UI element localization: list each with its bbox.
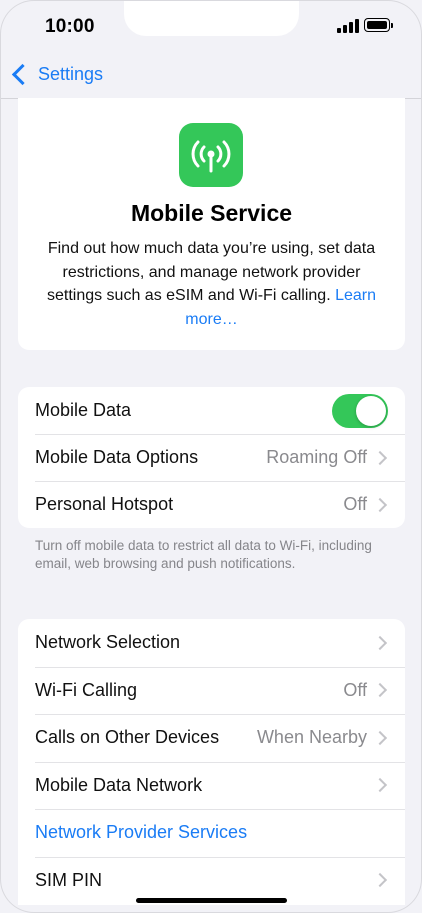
toggle-knob: [356, 396, 386, 426]
network-provider-services-row[interactable]: Network Provider Services: [18, 809, 405, 856]
network-provider-services-link: Network Provider Services: [35, 822, 248, 842]
notch: [124, 0, 299, 36]
chevron-right-icon: [372, 635, 388, 650]
row-value: Off: [343, 679, 367, 700]
row-value: Roaming Off: [266, 447, 367, 467]
mobile-data-group: Mobile Data Mobile Data Options Roaming …: [18, 387, 405, 528]
status-bar: 10:00: [0, 0, 422, 56]
chevron-left-icon: [11, 63, 34, 86]
row-label: Calls on Other Devices: [35, 727, 220, 747]
description-text: Find out how much data you’re using, set…: [46, 240, 376, 304]
row-label: Mobile Data Options: [35, 447, 199, 467]
row-label: SIM PIN: [35, 869, 103, 890]
mobile-data-network-row[interactable]: Mobile Data Network: [18, 762, 405, 809]
row-label: Mobile Data: [35, 400, 132, 420]
mobile-data-footnote: Turn off mobile data to restrict all dat…: [35, 538, 372, 571]
mobile-data-toggle[interactable]: [332, 394, 388, 428]
chevron-right-icon: [372, 450, 388, 465]
row-value: When Nearby: [256, 727, 367, 747]
status-time: 10:00: [45, 16, 95, 37]
home-indicator[interactable]: [136, 898, 287, 903]
chevron-right-icon: [372, 872, 388, 888]
mobile-data-options-row[interactable]: Mobile Data Options Roaming Off: [18, 434, 405, 481]
page-title: Mobile Service: [130, 200, 293, 226]
cellular-signal-icon: [337, 19, 359, 33]
chevron-right-icon: [372, 777, 388, 793]
back-label: Settings: [38, 64, 104, 84]
network-selection-row[interactable]: Network Selection: [18, 619, 405, 666]
row-label: Mobile Data Network: [35, 774, 203, 795]
personal-hotspot-row[interactable]: Personal Hotspot Off: [18, 481, 405, 528]
calls-on-other-devices-row[interactable]: Calls on Other Devices When Nearby: [18, 714, 405, 761]
mobile-data-row: Mobile Data: [18, 387, 405, 434]
navigation-bar: Settings: [0, 56, 422, 99]
row-label: Wi-Fi Calling: [35, 679, 138, 700]
mobile-service-info-card: Mobile Service Find out how much data yo…: [18, 98, 405, 350]
battery-icon: [364, 18, 393, 32]
hero-description: Find out how much data you’re using, set…: [36, 237, 387, 331]
row-value: Off: [343, 494, 367, 514]
wifi-calling-row[interactable]: Wi-Fi Calling Off: [18, 667, 405, 714]
chevron-right-icon: [372, 497, 388, 512]
chevron-right-icon: [372, 682, 388, 698]
network-settings-group: Network Selection Wi-Fi Calling Off Call…: [18, 619, 405, 905]
antenna-radiowaves-icon: [179, 123, 243, 187]
back-button[interactable]: Settings: [10, 63, 104, 86]
row-label: Personal Hotspot: [35, 494, 174, 514]
sim-pin-row[interactable]: SIM PIN: [18, 857, 405, 904]
row-label: Network Selection: [35, 632, 181, 652]
chevron-right-icon: [372, 730, 388, 745]
